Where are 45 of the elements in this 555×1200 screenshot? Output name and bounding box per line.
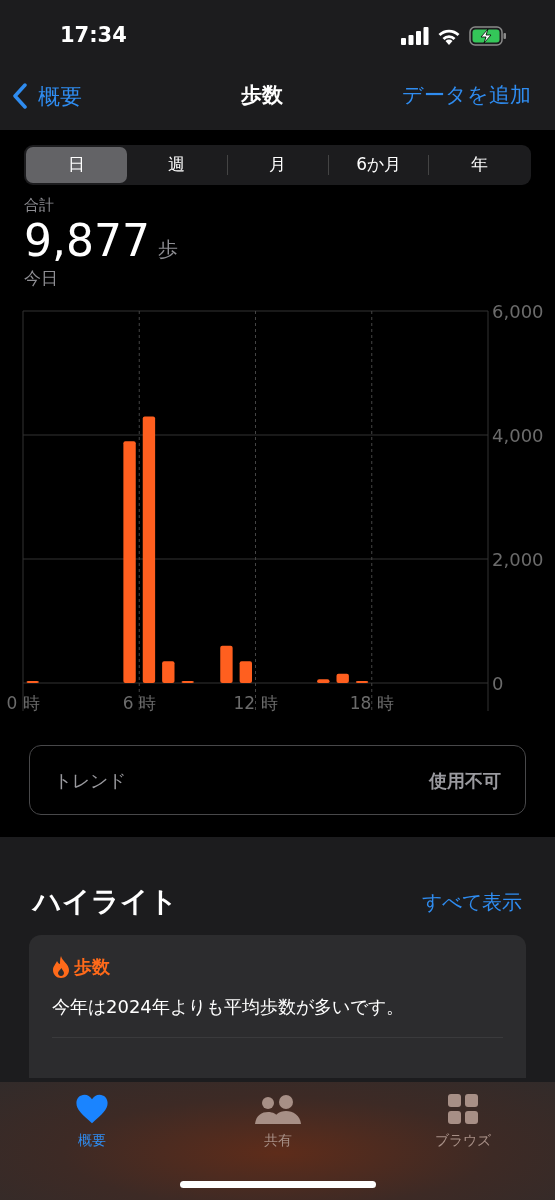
- x-axis-label: 6 時: [122, 693, 156, 713]
- highlights-heading: ハイライト: [33, 884, 178, 920]
- segment-tab[interactable]: 6か月: [328, 147, 429, 183]
- chart-bar: [162, 661, 175, 683]
- highlight-category: 歩数: [74, 955, 110, 979]
- chart-bar: [220, 645, 233, 683]
- people-icon: [254, 1094, 301, 1124]
- chart-bar: [317, 679, 330, 683]
- battery-charging-icon: [469, 26, 507, 46]
- y-axis-label: 4,000: [492, 425, 544, 446]
- segment-tab[interactable]: 週: [126, 147, 228, 183]
- trend-card[interactable]: トレンド 使用不可: [29, 745, 526, 815]
- status-time: 17:34: [60, 22, 127, 50]
- chart-bar: [239, 661, 252, 683]
- tab-bar-item[interactable]: 概要: [44, 1092, 140, 1151]
- x-axis-label: 0 時: [6, 693, 40, 713]
- segment-tab[interactable]: 月: [228, 147, 328, 183]
- show-all-link[interactable]: すべて表示: [422, 887, 522, 917]
- total-label: 合計: [24, 195, 54, 215]
- y-axis-label: 2,000: [492, 549, 544, 570]
- total-unit: 歩: [157, 236, 178, 263]
- heart-icon: [75, 1093, 109, 1125]
- segment-tab[interactable]: 年: [429, 147, 529, 183]
- y-axis-label: 6,000: [492, 305, 544, 322]
- segment-tab[interactable]: 日: [26, 147, 127, 183]
- x-axis-label: 18 時: [349, 693, 394, 713]
- x-axis-label: 12 時: [233, 693, 278, 713]
- signal-icon: [401, 27, 429, 45]
- y-axis-label: 0: [492, 673, 504, 694]
- chart-bar: [336, 673, 349, 683]
- tab-bar-item[interactable]: 共有: [229, 1092, 326, 1151]
- highlight-card[interactable]: 歩数 今年は2024年よりも平均歩数が多いです。: [29, 935, 526, 1078]
- total-value: 9,877: [24, 215, 150, 267]
- add-data-button[interactable]: データを追加: [402, 80, 531, 112]
- nav-title: 歩数: [241, 82, 283, 110]
- flame-icon: [52, 955, 70, 978]
- wifi-icon: [437, 27, 461, 45]
- back-button[interactable]: 概要: [12, 79, 82, 113]
- trend-value: 使用不可: [429, 768, 501, 793]
- period-label: 今日: [24, 267, 58, 289]
- trend-label: トレンド: [54, 768, 126, 793]
- grid-icon: [447, 1093, 479, 1125]
- highlight-text: 今年は2024年よりも平均歩数が多いです。: [52, 995, 405, 1019]
- tab-bar-item[interactable]: ブラウズ: [415, 1092, 511, 1151]
- back-chevron-icon: [12, 83, 28, 109]
